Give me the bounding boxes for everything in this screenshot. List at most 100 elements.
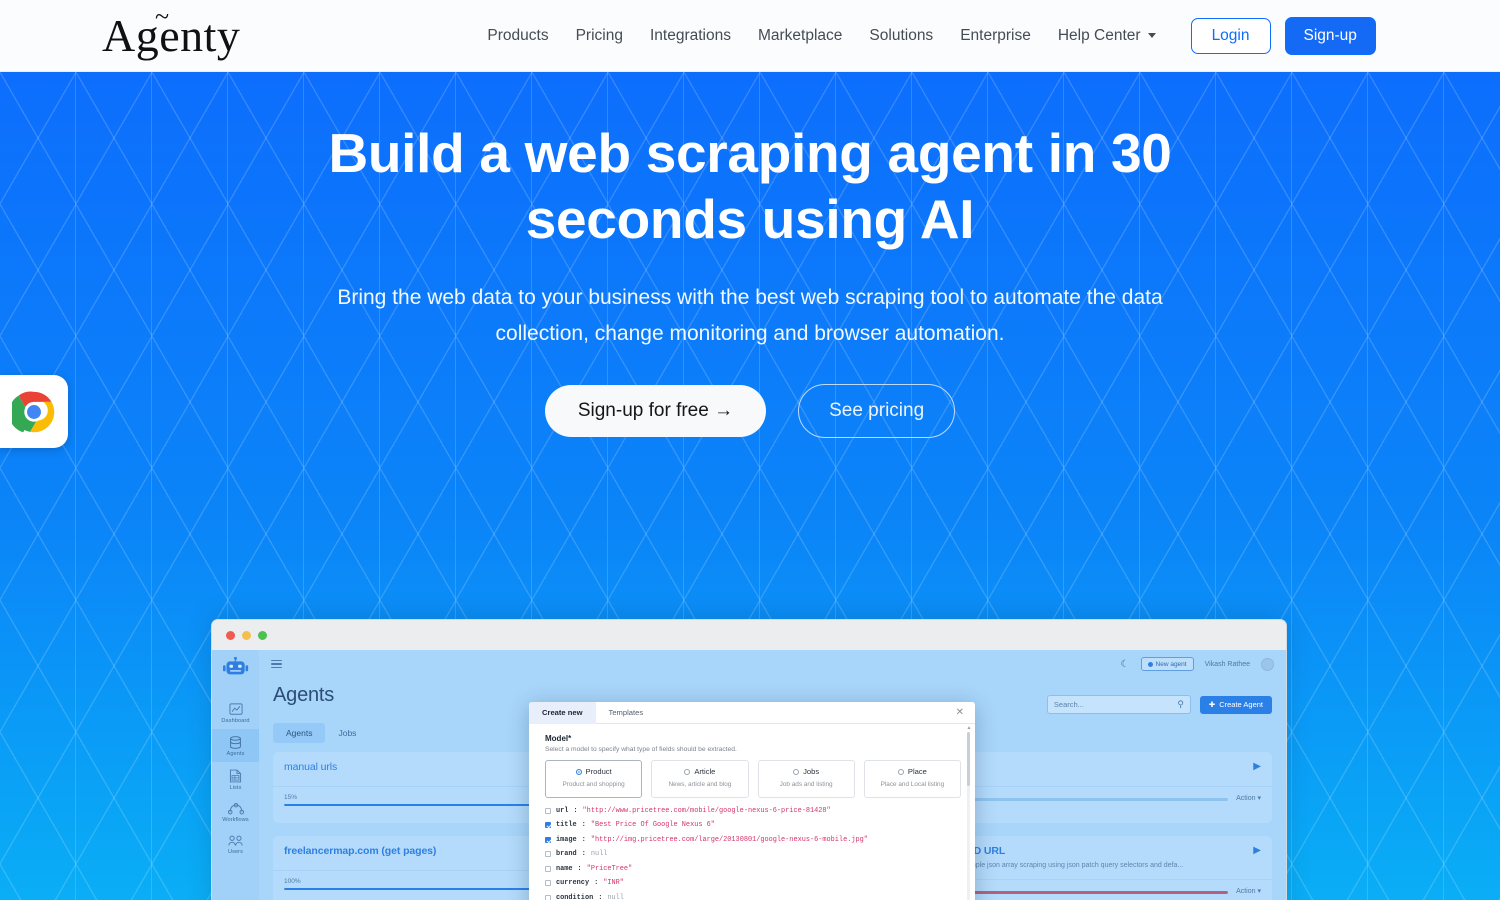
field-row[interactable]: url: "http://www.pricetree.com/mobile/goo… (545, 807, 961, 815)
agent-progress-bar (284, 803, 554, 807)
robot-logo-icon[interactable] (222, 657, 250, 683)
agent-card-desc: A simple json array scraping using json … (958, 862, 1184, 870)
modal-scrollbar[interactable] (967, 732, 970, 900)
signup-for-free-button[interactable]: Sign-up for free → (544, 385, 767, 437)
model-option-jobs[interactable]: Jobs Job ads and listing (757, 760, 855, 798)
search-placeholder: Search... (1053, 700, 1084, 709)
window-close-dot[interactable] (226, 630, 235, 640)
logo-agenty[interactable]: Agenty ~ (102, 3, 240, 59)
chrome-dock[interactable] (0, 375, 68, 448)
plus-icon: ✚ (1208, 700, 1216, 709)
workflow-icon (227, 803, 244, 815)
field-row[interactable]: image: "http://img.pricetree.com/large/20… (545, 836, 961, 844)
nav-link-integrations[interactable]: Integrations (650, 27, 731, 45)
field-row[interactable]: condition: null (545, 894, 961, 900)
hero-content: Build a web scraping agent in 30 seconds… (0, 72, 1500, 438)
modal-tab-create-new[interactable]: Create new (529, 702, 596, 724)
close-icon[interactable]: ✕ (956, 707, 975, 718)
model-option-sub: Place and Local listing (880, 781, 945, 788)
search-input[interactable]: Search... ⚲ (1046, 695, 1191, 714)
sidebar-item-lists[interactable]: Lists (212, 762, 259, 796)
login-button[interactable]: Login (1190, 17, 1271, 54)
scrollbar-thumb[interactable] (967, 732, 970, 786)
model-option-name: Place (907, 767, 927, 776)
agent-card-footer: Action ▾ (947, 786, 1272, 810)
agent-card[interactable]: ▶ Action ▾ (947, 752, 1272, 824)
agent-card[interactable]: BAD URL ▶ A simple json array scraping u… (947, 836, 1272, 900)
create-agent-label: Create Agent (1219, 700, 1263, 709)
nav-link-products[interactable]: Products (487, 27, 548, 45)
modal-tabs: Create new Templates ✕ (529, 702, 975, 724)
see-pricing-button[interactable]: See pricing (798, 384, 956, 438)
top-navbar: Agenty ~ Products Pricing Integrations M… (0, 0, 1500, 72)
app-topbar-right: ☾ New agent Vikash Rathee (1121, 657, 1274, 671)
app-topbar: ☾ New agent Vikash Rathee (259, 650, 1286, 678)
tab-jobs[interactable]: Jobs (325, 723, 369, 743)
field-checkbox[interactable] (545, 807, 551, 814)
new-agent-label: New agent (1155, 660, 1187, 668)
sidebar-item-workflows[interactable]: Workflows (212, 796, 259, 828)
signup-button[interactable]: Sign-up (1284, 16, 1376, 55)
avatar[interactable] (1261, 657, 1274, 671)
nav-link-enterprise[interactable]: Enterprise (960, 27, 1031, 45)
menu-toggle-icon[interactable] (271, 659, 282, 669)
agent-action-menu[interactable]: Action ▾ (1236, 794, 1261, 802)
field-value: "http://www.pricetree.com/mobile/google-… (582, 806, 831, 815)
nav-link-marketplace[interactable]: Marketplace (758, 27, 842, 45)
field-checkbox[interactable] (545, 895, 551, 900)
model-option-place[interactable]: Place Place and Local listing (863, 760, 961, 798)
new-agent-button[interactable]: New agent (1140, 657, 1194, 671)
nav-dropdown-help-center[interactable]: Help Center (1058, 27, 1156, 45)
field-row[interactable]: name: "PriceTree" (545, 865, 961, 873)
field-row[interactable]: currency: "INR" (545, 879, 961, 887)
sidebar-label-users: Users (227, 849, 244, 855)
field-checkbox[interactable] (545, 836, 551, 843)
hero-subheading: Bring the web data to your business with… (337, 286, 1163, 345)
field-checkbox[interactable] (545, 822, 551, 829)
sidebar-label-workflows: Workflows (222, 817, 249, 823)
tab-agents[interactable]: Agents (273, 723, 326, 743)
model-option-product[interactable]: Product Product and shopping (545, 760, 643, 798)
field-key: condition (556, 894, 594, 900)
create-agent-button[interactable]: ✚ Create Agent (1199, 695, 1272, 714)
model-field-help: Select a model to specify what type of f… (545, 746, 737, 753)
sidebar-item-dashboard[interactable]: Dashboard (212, 696, 259, 729)
field-checkbox[interactable] (545, 851, 551, 858)
field-checkbox[interactable] (545, 880, 551, 887)
agent-progress-percent: 15% (284, 794, 298, 801)
model-option-article[interactable]: Article News, article and blog (651, 760, 749, 798)
hero-section: Build a web scraping agent in 30 seconds… (0, 72, 1500, 900)
model-option-sub: Product and shopping (562, 781, 625, 788)
nav-actions: Login Sign-up (1190, 16, 1376, 55)
hero-heading: Build a web scraping agent in 30 seconds… (328, 122, 1172, 250)
database-icon (230, 736, 241, 749)
field-value: "http://img.pricetree.com/large/20130801… (590, 835, 868, 844)
scroll-up-icon[interactable]: ▲ (967, 725, 972, 731)
field-row[interactable]: brand: null (545, 850, 961, 858)
user-name-label: Vikash Rathee (1204, 660, 1250, 668)
field-key: currency (556, 879, 590, 888)
model-option-sub: Job ads and listing (779, 781, 833, 788)
model-option-name: Product (585, 767, 612, 776)
dark-mode-toggle-icon[interactable]: ☾ (1121, 659, 1130, 670)
sidebar-item-users[interactable]: Users (212, 828, 259, 860)
window-minimize-dot[interactable] (242, 630, 251, 640)
nav-link-pricing[interactable]: Pricing (576, 27, 623, 45)
chart-line-icon (228, 703, 243, 715)
agent-card-title: manual urls (284, 761, 338, 773)
sidebar-item-agents[interactable]: Agents (212, 729, 259, 762)
field-key: url (556, 806, 569, 815)
modal-tab-templates[interactable]: Templates (596, 702, 657, 724)
run-agent-icon[interactable]: ▶ (1253, 761, 1261, 772)
sidebar-label-agents: Agents (226, 751, 245, 757)
agent-action-menu[interactable]: Action ▾ (1236, 887, 1261, 895)
sidebar-label-lists: Lists (229, 785, 242, 791)
window-maximize-dot[interactable] (258, 630, 267, 640)
field-checkbox[interactable] (545, 865, 551, 872)
field-value: "PriceTree" (586, 864, 633, 873)
run-agent-icon[interactable]: ▶ (1253, 845, 1261, 856)
field-row[interactable]: title: "Best Price Of Google Nexus 6" (545, 821, 961, 829)
agent-card-header: ▶ (948, 752, 1272, 786)
field-value: "INR" (603, 879, 624, 888)
nav-link-solutions[interactable]: Solutions (869, 27, 933, 45)
